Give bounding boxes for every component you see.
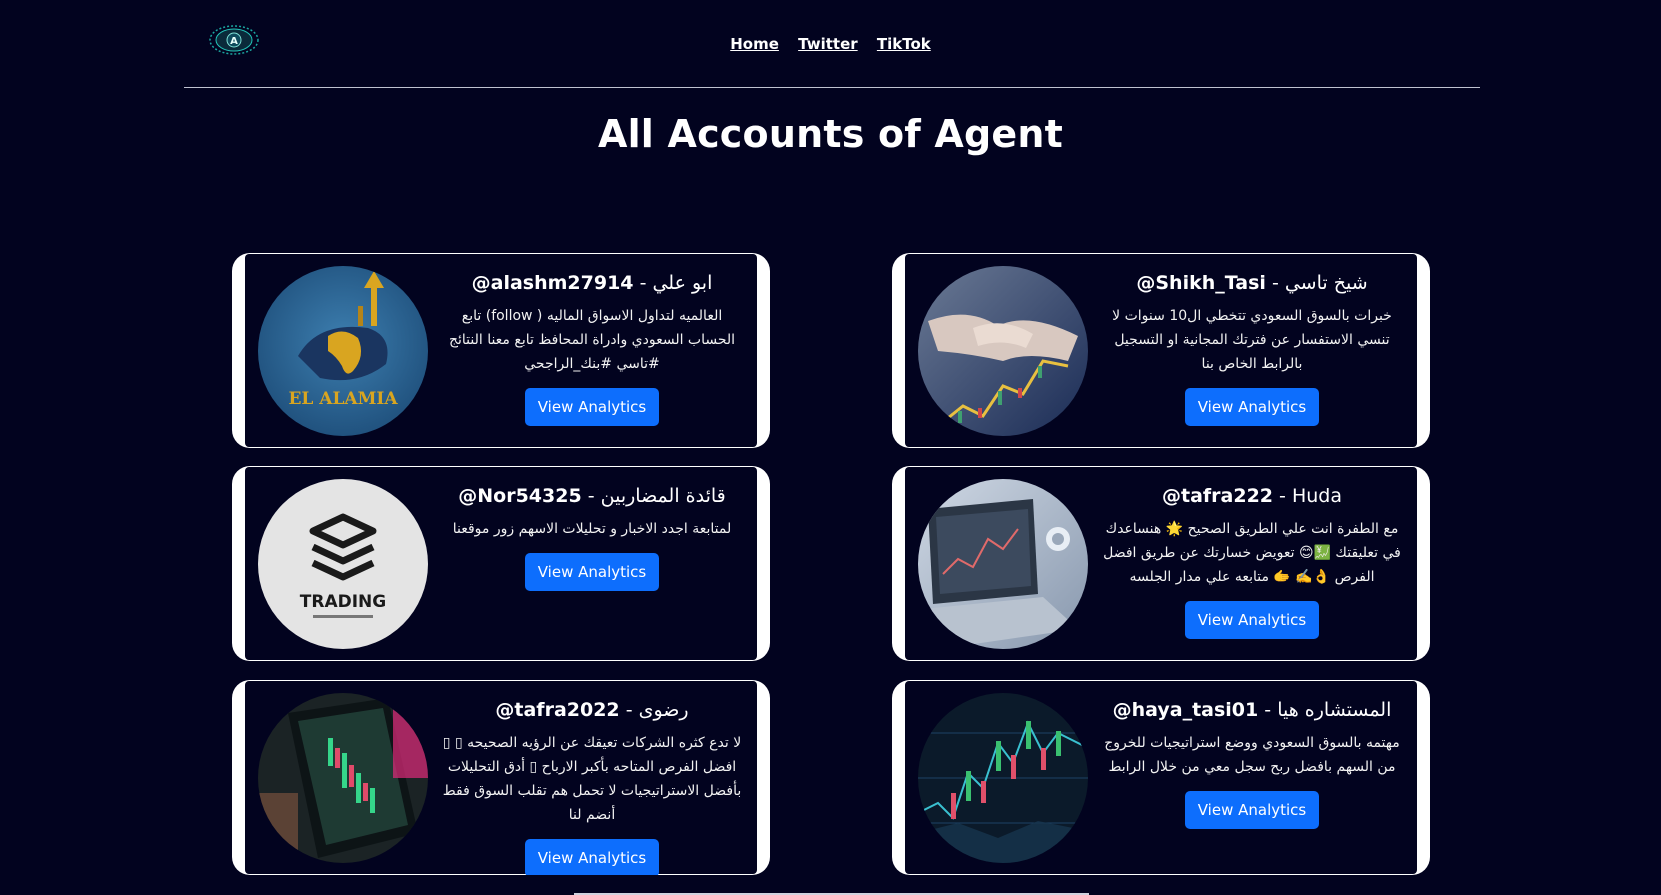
top-nav: Home Twitter TikTok	[0, 35, 1661, 53]
account-card: @tafra2022 - رضوى لا تدع كثره الشركات تع…	[232, 680, 770, 875]
account-title: @Shikh_Tasi - شيخ تاسي	[1095, 270, 1409, 296]
account-handle: @Shikh_Tasi	[1136, 272, 1266, 294]
view-analytics-button[interactable]: View Analytics	[524, 839, 660, 875]
account-title: @alashm27914 - ابو علي	[435, 270, 749, 296]
svg-text:TRADING: TRADING	[300, 592, 386, 612]
account-name: رضوى	[638, 699, 689, 721]
nav-twitter-link[interactable]: Twitter	[798, 35, 858, 53]
account-handle: @haya_tasi01	[1112, 699, 1259, 721]
account-title: @tafra2022 - رضوى	[435, 697, 749, 723]
account-handle: @tafra222	[1161, 485, 1274, 507]
title-separator: -	[1273, 485, 1292, 507]
account-card: @Shikh_Tasi - شيخ تاسي خبرات بالسوق السع…	[892, 253, 1430, 448]
account-card: @tafra222 - Huda مع الطفرة انت علي الطري…	[892, 466, 1430, 661]
account-title: @Nor54325 - قائدة المضاربين	[435, 483, 749, 509]
account-card: EL ALAMIA @alashm27914 - ابو علي العالمي…	[232, 253, 770, 448]
title-separator: -	[1265, 272, 1285, 294]
account-card: @haya_tasi01 - المستشاره هيا مهتمه بالسو…	[892, 680, 1430, 875]
candlestick-chart-avatar	[918, 693, 1088, 863]
view-analytics-button[interactable]: View Analytics	[1184, 601, 1320, 639]
account-handle: @alashm27914	[471, 272, 634, 294]
phone-chart-avatar	[258, 693, 428, 863]
account-title: @tafra222 - Huda	[1095, 483, 1409, 509]
account-content: @Shikh_Tasi - شيخ تاسي خبرات بالسوق السع…	[1095, 270, 1409, 426]
account-title: @haya_tasi01 - المستشاره هيا	[1095, 697, 1409, 723]
title-separator: -	[1258, 699, 1278, 721]
view-analytics-button[interactable]: View Analytics	[1184, 388, 1320, 426]
view-analytics-button[interactable]: View Analytics	[524, 553, 660, 591]
account-content: @tafra222 - Huda مع الطفرة انت علي الطري…	[1095, 483, 1409, 639]
view-analytics-button[interactable]: View Analytics	[1184, 791, 1320, 829]
trading-logo-avatar: TRADING	[258, 479, 428, 649]
account-name: Huda	[1291, 485, 1342, 507]
header-divider	[184, 87, 1480, 88]
account-name: ابو علي	[652, 272, 713, 294]
account-description: لمتابعة اجدد الاخبار و تحليلات الاسهم زو…	[452, 521, 732, 537]
handshake-chart-avatar	[918, 266, 1088, 436]
account-content: @alashm27914 - ابو علي العالميه لتداول ا…	[435, 270, 749, 426]
el-alamia-logo-avatar: EL ALAMIA	[258, 266, 428, 436]
svg-text:EL ALAMIA: EL ALAMIA	[288, 389, 398, 409]
account-content: @haya_tasi01 - المستشاره هيا مهتمه بالسو…	[1095, 697, 1409, 829]
laptop-chart-avatar	[918, 479, 1088, 649]
account-description: العالميه لتداول الاسواق الماليه ( follow…	[448, 308, 736, 372]
account-card: TRADING @Nor54325 - قائدة المضاربين لمتا…	[232, 466, 770, 661]
account-content: @tafra2022 - رضوى لا تدع كثره الشركات تع…	[435, 697, 749, 875]
page: A Home Twitter TikTok All Accounts of Ag…	[0, 0, 1661, 895]
account-content: @Nor54325 - قائدة المضاربين لمتابعة اجدد…	[435, 483, 749, 591]
view-analytics-button[interactable]: View Analytics	[524, 388, 660, 426]
title-separator: -	[581, 485, 601, 507]
account-handle: @tafra2022	[495, 699, 620, 721]
page-title: All Accounts of Agent	[597, 112, 1064, 156]
nav-home-link[interactable]: Home	[730, 35, 779, 53]
account-description: لا تدع كثره الشركات تعيقك عن الرؤيه الصح…	[442, 735, 742, 823]
account-description: مهتمه بالسوق السعودي ووضع استراتيجيات لل…	[1104, 735, 1400, 775]
title-separator: -	[633, 272, 653, 294]
account-description: مع الطفرة انت علي الطريق الصحيح 🌟 هنساعد…	[1103, 521, 1401, 585]
account-name: شيخ تاسي	[1284, 272, 1368, 294]
nav-tiktok-link[interactable]: TikTok	[877, 35, 931, 53]
account-description: خبرات بالسوق السعودي تتخطي ال10 سنوات لا…	[1112, 308, 1392, 372]
account-handle: @Nor54325	[458, 485, 582, 507]
account-name: المستشاره هيا	[1277, 699, 1392, 721]
title-separator: -	[619, 699, 639, 721]
account-name: قائدة المضاربين	[600, 485, 726, 507]
